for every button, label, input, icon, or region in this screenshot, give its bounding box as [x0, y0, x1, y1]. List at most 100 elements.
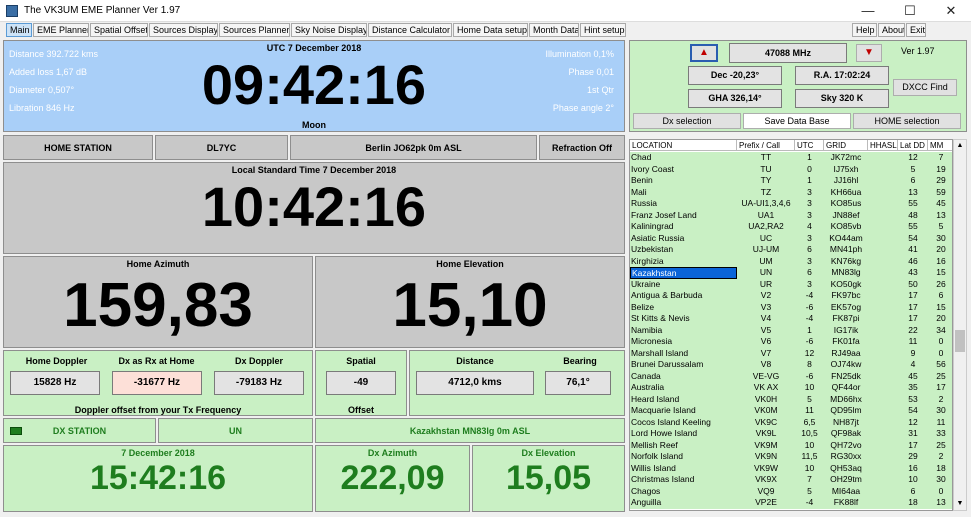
- tab-spatial-offset[interactable]: Spatial Offset: [90, 23, 148, 37]
- about-button[interactable]: About: [878, 23, 905, 37]
- cell-lat-dd: 31: [908, 428, 918, 438]
- cell-mm: 16: [936, 255, 946, 266]
- cell-mm: 19: [936, 163, 946, 174]
- table-row[interactable]: Antigua & Barbuda V2 -4 FK97bc 17 6: [630, 290, 952, 302]
- tab-month-data[interactable]: Month Data: [529, 23, 579, 37]
- table-scrollbar[interactable]: ▲ ▼: [953, 139, 967, 511]
- home-selection-button[interactable]: HOME selection: [853, 113, 961, 129]
- tab-sources-display[interactable]: Sources Display: [149, 23, 218, 37]
- control-panel: ▲ 47088 MHz ▼ Ver 1.97 Dec -20,23° R.A. …: [629, 40, 967, 132]
- cell-lat-dd: 48: [908, 209, 918, 220]
- table-row[interactable]: Chagos VQ9 5 MI64aa 6 0: [630, 485, 952, 497]
- exit-button[interactable]: Exit: [906, 23, 926, 37]
- cell-location: Chagos: [631, 485, 661, 496]
- cell-prefix: VK9M: [754, 439, 778, 450]
- cell-grid: IG17ik: [833, 324, 859, 335]
- help-button[interactable]: Help: [852, 23, 877, 37]
- table-row[interactable]: Norfolk Island VK9N 11,5 RG30xx 29 2: [630, 451, 952, 463]
- refraction-button[interactable]: Refraction Off: [539, 135, 625, 160]
- cell-location: Chad: [631, 152, 652, 162]
- table-row[interactable]: Anguilla VP2E -4 FK88lf 18 13: [630, 497, 952, 509]
- table-row[interactable]: Lord Howe Island VK9L 10,5 QF98ak 31 33: [630, 428, 952, 440]
- cell-hhasl: [868, 152, 898, 164]
- cell-prefix: UR: [759, 278, 773, 289]
- column-header-location[interactable]: LOCATION: [630, 140, 737, 151]
- cell-utc: 7: [807, 474, 812, 484]
- table-row[interactable]: Macquarie Island VK0M 11 QD95lm 54 30: [630, 405, 952, 417]
- table-row[interactable]: Ivory Coast TU 0 IJ75xh 5 19: [630, 163, 952, 175]
- dx-selection-button[interactable]: Dx selection: [633, 113, 741, 129]
- cell-hhasl: [868, 428, 898, 440]
- table-row[interactable]: Benin TY 1 JJ16hl 6 29: [630, 175, 952, 187]
- cell-mm: 11: [936, 416, 946, 427]
- close-icon[interactable]: ✕: [931, 0, 971, 22]
- scroll-up-icon[interactable]: ▲: [955, 142, 965, 150]
- table-row[interactable]: Kirghizia UM 3 KN76kg 46 16: [630, 255, 952, 267]
- cell-location: Uzbekistan: [631, 244, 674, 254]
- dx-time: 15:42:16: [89, 459, 227, 497]
- column-header-utc[interactable]: UTC: [795, 140, 824, 151]
- tab-distance-calculator[interactable]: Distance Calculator: [368, 23, 452, 37]
- cell-mm: 2: [938, 393, 944, 404]
- table-row[interactable]: Mali TZ 3 KH66ua 13 59: [630, 186, 952, 198]
- table-row[interactable]: Asiatic Russia UC 3 KO44am 54 30: [630, 232, 952, 244]
- frequency-down-button[interactable]: ▼: [856, 44, 882, 62]
- table-row[interactable]: Canada VE-VG -6 FN25dk 45 25: [630, 370, 952, 382]
- column-header-prefix[interactable]: Prefix / Call: [737, 140, 795, 151]
- table-row[interactable]: Franz Josef Land UA1 3 JN88ef 48 13: [630, 209, 952, 221]
- cell-utc: 6,5: [803, 416, 816, 427]
- table-row[interactable]: Australia VK AX 10 QF44or 35 17: [630, 382, 952, 394]
- minimize-icon[interactable]: —: [848, 0, 888, 22]
- table-row[interactable]: Micronesia V6 -6 FK01fa 11 0: [630, 336, 952, 348]
- scroll-thumb[interactable]: [955, 330, 965, 352]
- cell-location: Norfolk Island: [631, 451, 683, 461]
- cell-grid: FK88lf: [833, 497, 859, 507]
- cell-grid: EK57og: [830, 301, 862, 312]
- table-row[interactable]: Ukraine UR 3 KO50gk 50 26: [630, 278, 952, 290]
- table-row[interactable]: Uzbekistan UJ-UM 6 MN41ph 41 20: [630, 244, 952, 256]
- cell-utc: -6: [805, 370, 814, 381]
- cell-mm: 5: [938, 221, 944, 231]
- tab-sky-noise-display[interactable]: Sky Noise Display: [291, 23, 367, 37]
- table-row[interactable]: Heard Island VK0H 5 MD66hx 53 2: [630, 393, 952, 405]
- column-header-grid[interactable]: GRID: [824, 140, 868, 151]
- save-database-button[interactable]: Save Data Base: [743, 113, 851, 129]
- table-row[interactable]: Christmas Island VK9X 7 OH29tm 10 30: [630, 474, 952, 486]
- table-row[interactable]: Cocos Island Keeling VK9C 6,5 NH87jt 12 11: [630, 416, 952, 428]
- table-row[interactable]: Russia UA-UI1,3,4,6 3 KO85us 55 45: [630, 198, 952, 210]
- table-row[interactable]: Marshall Island V7 12 RJ49aa 9 0: [630, 347, 952, 359]
- table-row[interactable]: Mellish Reef VK9M 10 QH72vo 17 25: [630, 439, 952, 451]
- frequency-up-button[interactable]: ▲: [690, 44, 718, 62]
- maximize-icon[interactable]: ☐: [890, 0, 930, 22]
- table-row[interactable]: Brunei Darussalam V8 8 OJ74kw 4 56: [630, 359, 952, 371]
- tab-main[interactable]: Main: [6, 23, 32, 37]
- cell-mm: 25: [936, 439, 946, 450]
- table-row[interactable]: Namibia V5 1 IG17ik 22 34: [630, 324, 952, 337]
- dx-date: 7 December 2018: [121, 448, 195, 458]
- cell-lat-dd: 35: [908, 382, 918, 392]
- dxcc-find-button[interactable]: DXCC Find: [893, 79, 957, 96]
- table-row[interactable]: Willis Island VK9W 10 QH53aq 16 18: [630, 462, 952, 474]
- table-row[interactable]: St Kitts & Nevis V4 -4 FK87pi 17 20: [630, 313, 952, 325]
- column-header-mm[interactable]: MM: [928, 140, 952, 151]
- column-header-lat-dd[interactable]: Lat DD: [898, 140, 928, 151]
- table-row[interactable]: Kaliningrad UA2,RA2 4 KO85vb 55 5: [630, 221, 952, 233]
- cell-utc: 1: [807, 324, 812, 335]
- tab-eme-planner[interactable]: EME Planner: [33, 23, 89, 37]
- cell-lat-dd: 55: [908, 221, 918, 231]
- cell-lat-dd: 54: [908, 232, 918, 243]
- cell-prefix: VE-VG: [752, 370, 780, 381]
- table-row[interactable]: Belize V3 -6 EK57og 17 15: [630, 301, 952, 313]
- scroll-down-icon[interactable]: ▼: [955, 500, 965, 508]
- cell-hhasl: [868, 325, 898, 337]
- table-row[interactable]: Kazakhstan UN 6 MN83lg 43 15: [630, 267, 952, 279]
- table-row[interactable]: Chad TT 1 JK72mc 12 7: [630, 152, 952, 164]
- cell-mm: 30: [936, 474, 946, 484]
- tab-sources-planner[interactable]: Sources Planner: [219, 23, 290, 37]
- tab-hint-setup[interactable]: Hint setup: [580, 23, 626, 37]
- cell-prefix: VK9W: [753, 462, 779, 473]
- tab-home-data-setup[interactable]: Home Data setup: [453, 23, 528, 37]
- frequency-value: 47088 MHz: [729, 43, 847, 63]
- cell-grid: QH72vo: [830, 439, 862, 450]
- column-header-hhasl[interactable]: HHASL: [868, 140, 898, 151]
